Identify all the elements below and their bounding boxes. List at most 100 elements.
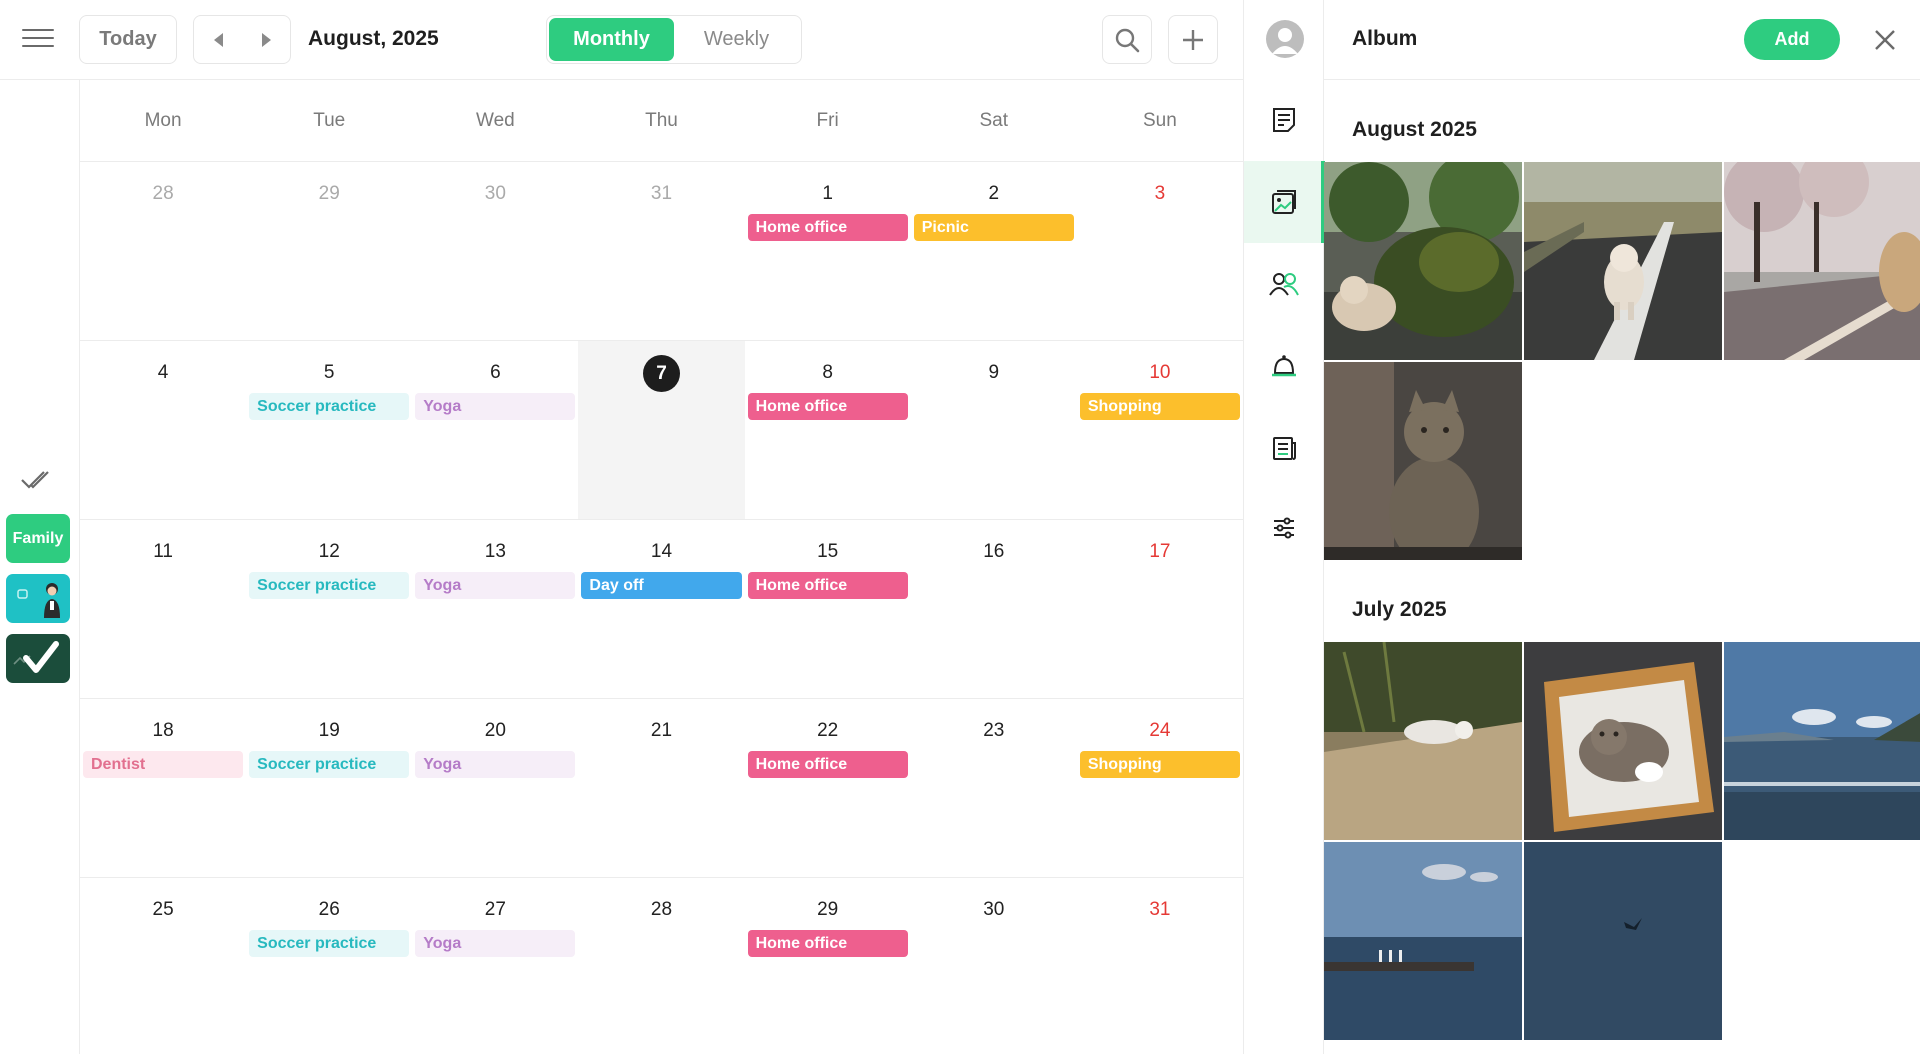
rail-members[interactable]	[1244, 243, 1324, 325]
day-number: 10	[1149, 362, 1171, 383]
event-chip[interactable]: Yoga	[415, 393, 576, 420]
weekly-view-button[interactable]: Weekly	[674, 18, 799, 61]
day-cell[interactable]: 21	[578, 699, 744, 877]
day-cell[interactable]: 20 Yoga	[412, 699, 578, 877]
event-chip[interactable]: Day off	[581, 572, 742, 599]
day-cell[interactable]: 3	[1077, 162, 1243, 340]
day-cell[interactable]: 28	[578, 878, 744, 1054]
event-chip[interactable]: Soccer practice	[249, 751, 410, 778]
event-chip[interactable]: Shopping	[1079, 393, 1240, 420]
dog-bush-photo[interactable]	[1324, 162, 1522, 360]
day-cell[interactable]: 14 Day off	[578, 520, 744, 698]
user-avatar[interactable]	[1266, 20, 1304, 58]
day-cell[interactable]: 13 Yoga	[412, 520, 578, 698]
rail-album[interactable]	[1244, 161, 1325, 243]
cat-sitting-photo[interactable]	[1324, 362, 1522, 560]
menu-icon[interactable]	[18, 24, 58, 54]
day-number: 12	[318, 541, 340, 562]
day-cell[interactable]: 6 Yoga	[412, 341, 578, 519]
day-cell[interactable]: 29 Home office	[745, 878, 911, 1054]
day-cell[interactable]: 30	[911, 878, 1077, 1054]
rail-settings[interactable]	[1244, 487, 1324, 569]
bird-sky-photo[interactable]	[1524, 842, 1722, 1040]
day-cell[interactable]: 10 Shopping	[1077, 341, 1243, 519]
today-button[interactable]: Today	[79, 15, 177, 64]
day-number: 4	[157, 362, 169, 383]
day-cell[interactable]: 17	[1077, 520, 1243, 698]
day-cell[interactable]: 8 Home office	[745, 341, 911, 519]
event-chip[interactable]: Home office	[747, 393, 908, 420]
calendar-tasks-chip[interactable]	[6, 634, 70, 683]
rail-news[interactable]	[1244, 407, 1324, 489]
monthly-view-button[interactable]: Monthly	[549, 18, 674, 61]
album-add-button[interactable]: Add	[1744, 19, 1840, 60]
event-chip[interactable]: Soccer practice	[249, 572, 410, 599]
day-cell[interactable]: 15 Home office	[745, 520, 911, 698]
day-cell[interactable]: 1 Home office	[745, 162, 911, 340]
day-number: 19	[318, 720, 340, 741]
day-cell[interactable]: 12 Soccer practice	[246, 520, 412, 698]
day-cell[interactable]: 27 Yoga	[412, 878, 578, 1054]
next-month-button[interactable]	[242, 16, 290, 63]
day-cell[interactable]: 26 Soccer practice	[246, 878, 412, 1054]
day-cell[interactable]: 9	[911, 341, 1077, 519]
search-button[interactable]	[1102, 15, 1152, 64]
rail-notifications[interactable]	[1244, 325, 1324, 407]
event-chip[interactable]: Shopping	[1079, 751, 1240, 778]
rail-notes[interactable]	[1244, 79, 1324, 161]
dog-road-photo[interactable]	[1524, 162, 1722, 360]
people-icon	[1269, 273, 1299, 296]
day-number: 11	[153, 541, 173, 562]
day-cell[interactable]: 5 Soccer practice	[246, 341, 412, 519]
day-cell[interactable]: 18 Dentist	[80, 699, 246, 877]
day-cell[interactable]: 11	[80, 520, 246, 698]
sea-coast-photo[interactable]	[1724, 642, 1920, 840]
event-chip[interactable]: Home office	[747, 572, 908, 599]
calendar-personal-chip[interactable]	[6, 574, 70, 623]
cherry-trees-dog-photo[interactable]	[1724, 162, 1920, 360]
day-cell[interactable]: 24 Shopping	[1077, 699, 1243, 877]
day-cell[interactable]: 19 Soccer practice	[246, 699, 412, 877]
day-number: 16	[983, 541, 1005, 562]
event-chip[interactable]: Yoga	[415, 930, 576, 957]
day-cell[interactable]: 16	[911, 520, 1077, 698]
day-cell[interactable]: 23	[911, 699, 1077, 877]
day-number: 22	[817, 720, 839, 741]
event-chip[interactable]: Soccer practice	[249, 930, 410, 957]
event-chip[interactable]: Yoga	[415, 751, 576, 778]
day-cell[interactable]: 28	[80, 162, 246, 340]
event-chip[interactable]: Dentist	[83, 751, 244, 778]
notes-icon	[1273, 108, 1295, 132]
event-chip[interactable]: Picnic	[913, 214, 1074, 241]
month-title: August, 2025	[308, 27, 439, 50]
day-cell[interactable]: 29	[246, 162, 412, 340]
event-chip[interactable]: Soccer practice	[249, 393, 410, 420]
close-icon[interactable]	[1870, 25, 1900, 55]
day-number: 29	[318, 183, 340, 204]
day-cell[interactable]: 2 Picnic	[911, 162, 1077, 340]
calendar-family-chip[interactable]: Family	[6, 514, 70, 563]
cat-grass-photo[interactable]	[1324, 642, 1522, 840]
day-cell[interactable]: 4	[80, 341, 246, 519]
event-chip[interactable]: Yoga	[415, 572, 576, 599]
day-cell[interactable]: 31	[1077, 878, 1243, 1054]
day-cell[interactable]: 22 Home office	[745, 699, 911, 877]
cat-basket-photo[interactable]	[1524, 642, 1722, 840]
double-check-icon[interactable]	[18, 465, 58, 495]
day-cell[interactable]: 25	[80, 878, 246, 1054]
pier-sea-photo[interactable]	[1324, 842, 1522, 1040]
day-cell[interactable]: 31	[578, 162, 744, 340]
day-cell-today[interactable]: 7	[578, 341, 745, 519]
day-number: 17	[1149, 541, 1171, 562]
day-number: 25	[152, 899, 174, 920]
prev-month-button[interactable]	[194, 16, 242, 63]
chevron-left-icon	[213, 32, 223, 47]
day-number: 13	[484, 541, 506, 562]
bell-icon	[1272, 355, 1296, 377]
day-cell[interactable]: 30	[412, 162, 578, 340]
add-event-button[interactable]	[1168, 15, 1218, 64]
event-chip[interactable]: Home office	[747, 930, 908, 957]
event-chip[interactable]: Home office	[747, 751, 908, 778]
event-chip[interactable]: Home office	[747, 214, 908, 241]
weekday-label: Fri	[816, 109, 839, 131]
